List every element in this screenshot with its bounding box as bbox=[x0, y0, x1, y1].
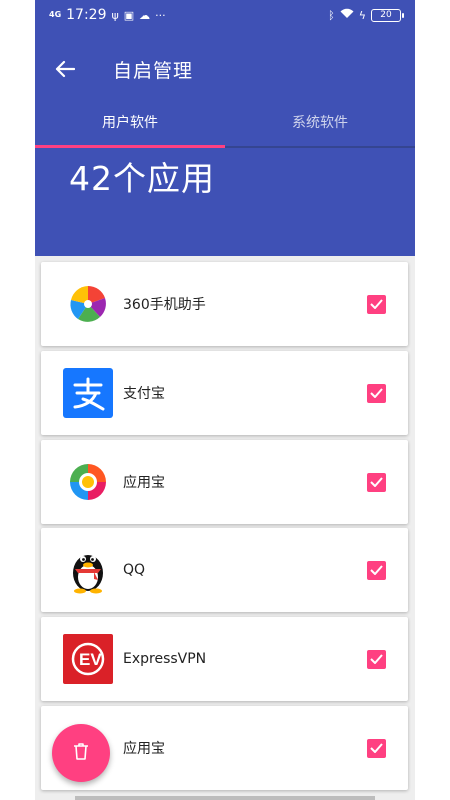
list-item[interactable]: 应用宝 bbox=[41, 440, 408, 524]
expressvpn-icon: EV bbox=[63, 634, 113, 684]
charging-icon: ϟ bbox=[358, 8, 366, 22]
summary-header: 42个应用 bbox=[35, 148, 415, 256]
tab-system-apps[interactable]: 系统软件 bbox=[225, 108, 415, 148]
autostart-checkbox[interactable] bbox=[367, 472, 386, 492]
list-item[interactable]: 360手机助手 bbox=[41, 262, 408, 346]
autostart-checkbox[interactable] bbox=[367, 738, 386, 758]
bluetooth-icon: ᛒ bbox=[328, 8, 335, 22]
phone-screen: 4G 17:29 ψ ▣ ☁ ··· ᛒ ϟ 20 自启管理 用户软件 系统软件… bbox=[35, 0, 415, 800]
app-name: ExpressVPN bbox=[123, 651, 207, 667]
page-title: 自启管理 bbox=[113, 59, 194, 82]
autostart-checkbox[interactable] bbox=[367, 383, 386, 403]
app-name: 应用宝 bbox=[123, 741, 165, 757]
yingyongbao-icon bbox=[63, 457, 113, 507]
alipay-icon bbox=[63, 368, 113, 418]
autostart-checkbox[interactable] bbox=[367, 294, 386, 314]
app-name: QQ bbox=[123, 562, 146, 578]
cloud-icon: ☁ bbox=[139, 8, 151, 22]
app-name: 支付宝 bbox=[123, 386, 165, 402]
list-item[interactable]: EV ExpressVPN bbox=[41, 617, 408, 701]
app-bar: 自启管理 bbox=[35, 30, 415, 108]
back-arrow-icon[interactable] bbox=[53, 57, 77, 81]
qq-penguin-icon bbox=[63, 545, 113, 595]
app-name: 360手机助手 bbox=[123, 297, 206, 313]
app-name: 应用宝 bbox=[123, 475, 165, 491]
app-count: 42个应用 bbox=[69, 159, 215, 198]
autostart-checkbox[interactable] bbox=[367, 649, 386, 669]
signal-indicator: 4G bbox=[49, 10, 62, 19]
svg-text:EV: EV bbox=[79, 650, 102, 669]
more-notifications-icon: ··· bbox=[155, 8, 166, 22]
tab-bar: 用户软件 系统软件 bbox=[35, 108, 415, 148]
list-item[interactable]: 支付宝 bbox=[41, 351, 408, 435]
wifi-icon bbox=[340, 8, 354, 22]
list-item[interactable]: QQ bbox=[41, 528, 408, 612]
trash-icon bbox=[73, 742, 89, 764]
notification-icon: ▣ bbox=[123, 8, 135, 22]
status-time: 17:29 bbox=[66, 7, 107, 23]
delete-fab-button[interactable] bbox=[52, 724, 110, 782]
autostart-checkbox[interactable] bbox=[367, 560, 386, 580]
battery-icon: 20 bbox=[371, 8, 404, 22]
360-assistant-icon bbox=[63, 279, 113, 329]
tab-user-apps[interactable]: 用户软件 bbox=[35, 108, 225, 148]
usb-icon: ψ bbox=[111, 8, 119, 22]
status-bar: 4G 17:29 ψ ▣ ☁ ··· ᛒ ϟ 20 bbox=[35, 0, 415, 30]
scroll-edge bbox=[75, 796, 375, 800]
